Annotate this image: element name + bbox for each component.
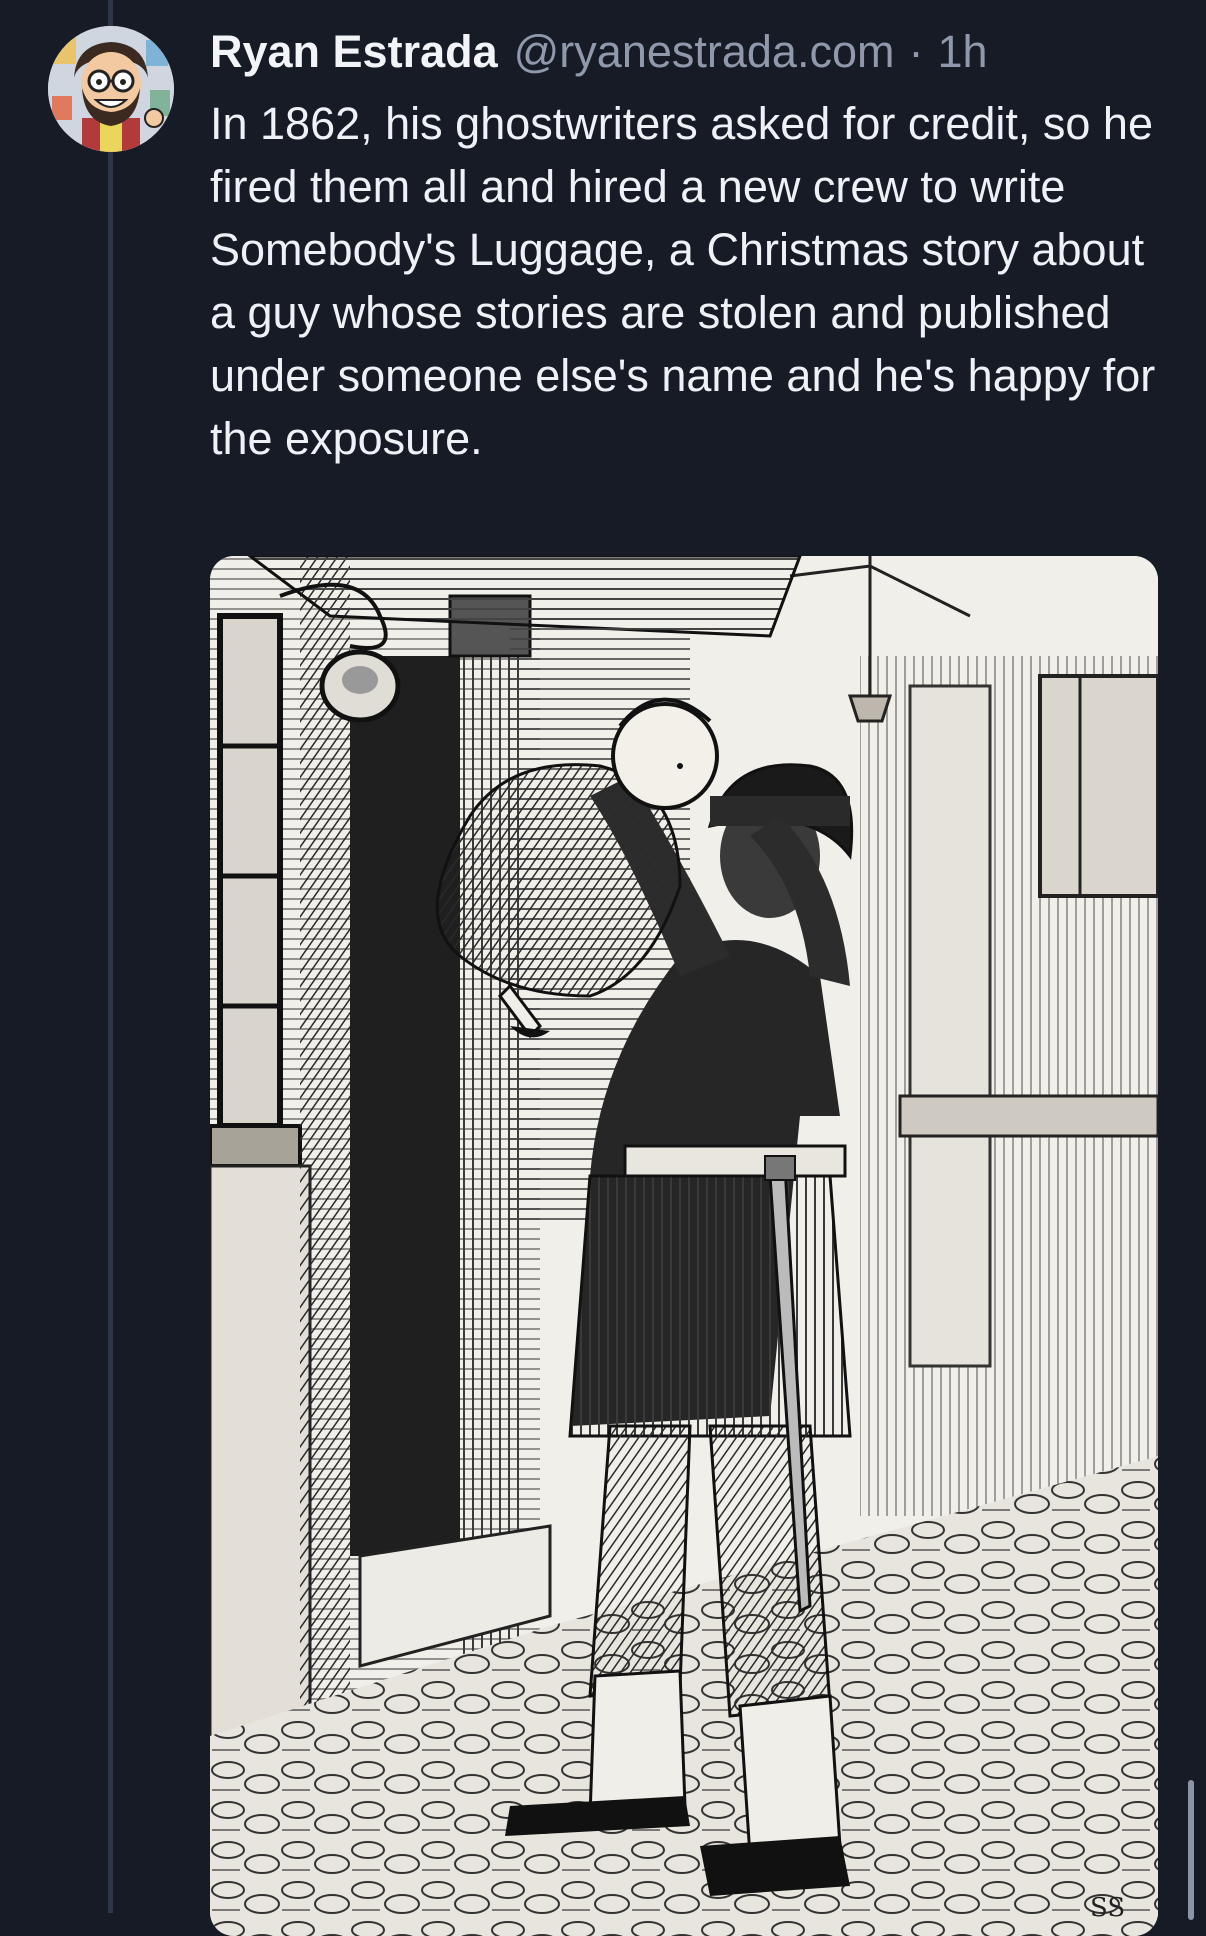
post-header: Ryan Estrada @ryanestrada.com · 1h: [210, 20, 988, 84]
separator-dot: ·: [908, 26, 924, 77]
engraving-illustration: SS: [210, 556, 1158, 1936]
scrollbar-thumb[interactable]: [1188, 1780, 1194, 1920]
post-image[interactable]: SS: [210, 556, 1158, 1936]
author-name[interactable]: Ryan Estrada: [210, 26, 498, 78]
author-handle[interactable]: @ryanestrada.com: [514, 26, 895, 78]
image-signature: SS: [1090, 1893, 1125, 1923]
post-text: In 1862, his ghostwriters asked for cred…: [210, 98, 1156, 464]
post-timestamp[interactable]: 1h: [937, 26, 987, 78]
avatar[interactable]: [48, 26, 174, 152]
cartoon-avatar-icon: [48, 26, 174, 152]
thread-line: [108, 0, 113, 1913]
